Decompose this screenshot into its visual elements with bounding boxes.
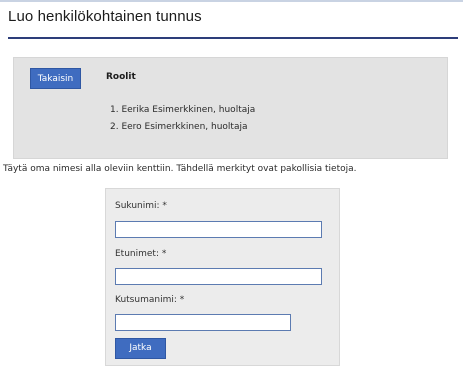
back-button[interactable]: Takaisin <box>30 68 81 89</box>
nickname-label: Kutsumanimi: * <box>115 295 185 305</box>
firstnames-input[interactable] <box>115 268 322 285</box>
surname-label: Sukunimi: * <box>115 201 167 211</box>
form-instructions: Täytä oma nimesi alla oleviin kenttiin. … <box>3 164 357 174</box>
continue-button[interactable]: Jatka <box>115 338 166 359</box>
firstnames-label: Etunimet: * <box>115 249 167 259</box>
top-border <box>0 0 463 2</box>
roles-heading: Roolit <box>106 72 136 82</box>
name-form: Sukunimi: * Etunimet: * Kutsumanimi: * J… <box>105 188 340 366</box>
roles-list: 1. Eerika Esimerkkinen, huoltaja 2. Eero… <box>110 102 255 136</box>
title-underline <box>8 37 458 39</box>
page-title: Luo henkilökohtainen tunnus <box>8 8 202 25</box>
role-item: 2. Eero Esimerkkinen, huoltaja <box>110 122 248 132</box>
surname-input[interactable] <box>115 221 322 238</box>
roles-panel: Takaisin Roolit 1. Eerika Esimerkkinen, … <box>13 57 448 159</box>
nickname-input[interactable] <box>115 314 291 331</box>
role-item: 1. Eerika Esimerkkinen, huoltaja <box>110 105 256 115</box>
